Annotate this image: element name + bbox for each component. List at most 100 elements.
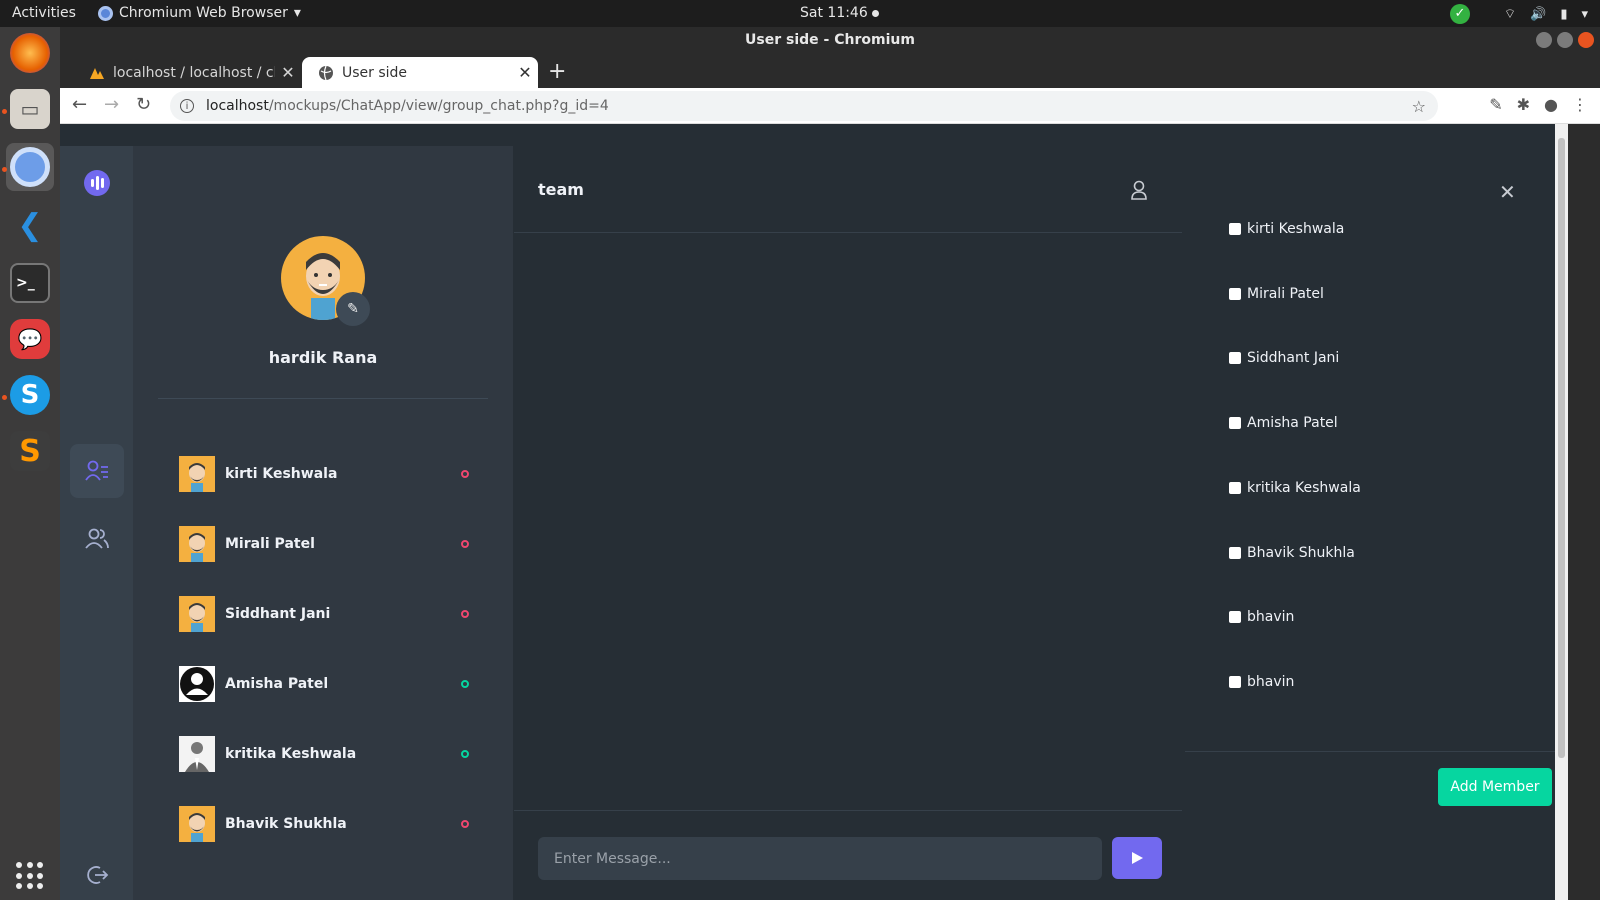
user-avatar (179, 806, 215, 842)
member-checkbox[interactable] (1229, 287, 1241, 300)
member-option[interactable]: bhavin (1229, 674, 1294, 690)
bookmark-star-icon[interactable]: ☆ (1412, 97, 1426, 116)
update-ok-icon[interactable]: ✓ (1449, 4, 1470, 24)
dock: ▭ ❮ >_ 💬 S S (0, 27, 60, 900)
site-info-icon[interactable]: i (180, 99, 194, 113)
user-list-item[interactable]: Siddhant Jani (179, 596, 479, 632)
clock[interactable]: Sat 11:46 (800, 5, 879, 21)
sublime-icon[interactable]: S (6, 427, 54, 475)
member-checkbox[interactable] (1229, 417, 1241, 430)
app-logo-icon[interactable] (84, 170, 110, 196)
skype-icon[interactable]: S (6, 371, 54, 419)
clock-label: Sat 11:46 (800, 5, 868, 21)
divider (158, 398, 488, 399)
user-name: Mirali Patel (225, 536, 315, 552)
divider (1185, 751, 1555, 752)
maximize-icon[interactable] (1557, 32, 1573, 48)
extensions-puzzle-icon[interactable]: ✱ (1517, 95, 1530, 114)
user-avatar (179, 526, 215, 562)
add-member-panel: ✕ kirti Keshwala Mirali Patel Siddhant Jan… (1185, 146, 1555, 900)
battery-icon[interactable]: ▮ (1560, 7, 1567, 22)
status-online-icon (461, 750, 469, 758)
member-checkbox[interactable] (1229, 611, 1241, 624)
member-option[interactable]: kritika Keshwala (1229, 480, 1361, 496)
forward-icon[interactable]: → (104, 94, 119, 115)
member-checkbox[interactable] (1229, 352, 1241, 365)
member-checkbox[interactable] (1229, 223, 1241, 235)
pencil-icon: ✎ (347, 301, 359, 317)
member-option[interactable]: bhavin (1229, 609, 1294, 625)
member-checkbox[interactable] (1229, 546, 1241, 559)
chromium-small-icon (98, 5, 113, 21)
volume-icon[interactable]: 🔊 (1530, 7, 1546, 22)
window-titlebar: User side - Chromium (60, 27, 1600, 54)
tab-strip: localhost / localhost / cha ✕ User side … (60, 54, 1600, 88)
member-option[interactable]: Amisha Patel (1229, 415, 1338, 431)
nav-groups[interactable] (70, 512, 124, 566)
user-list-item[interactable]: Amisha Patel (179, 666, 479, 702)
user-avatar (179, 666, 215, 702)
member-label: bhavin (1247, 673, 1295, 690)
member-checkbox[interactable] (1229, 675, 1241, 688)
member-option[interactable]: Bhavik Shukhla (1229, 545, 1355, 561)
tab-user-side[interactable]: User side ✕ (302, 57, 538, 88)
vscode-icon[interactable]: ❮ (6, 201, 54, 249)
close-panel-icon[interactable]: ✕ (1499, 180, 1516, 204)
status-offline-icon (461, 610, 469, 618)
tab-close-icon[interactable]: ✕ (512, 63, 538, 82)
tab-close-icon[interactable]: ✕ (275, 63, 301, 82)
scrollbar-thumb[interactable] (1558, 138, 1565, 758)
message-input[interactable] (538, 837, 1102, 880)
browser-menu-icon[interactable]: ⋮ (1572, 95, 1588, 114)
group-members-icon[interactable] (1130, 180, 1148, 200)
address-bar[interactable]: i localhost/mockups/ChatApp/view/group_c… (170, 91, 1438, 121)
minimize-icon[interactable] (1536, 32, 1552, 48)
member-checkbox[interactable] (1229, 481, 1241, 494)
app-menu[interactable]: Chromium Web Browser ▾ (98, 5, 301, 21)
user-list-item[interactable]: Mirali Patel (179, 526, 479, 562)
wifi-icon[interactable]: ⌔ (1504, 6, 1516, 22)
member-label: Amisha Patel (1247, 415, 1338, 432)
chromium-icon[interactable] (6, 143, 54, 191)
logout-icon (87, 866, 109, 884)
profile-icon[interactable]: ● (1544, 95, 1558, 114)
member-option[interactable]: Siddhant Jani (1229, 350, 1339, 366)
member-label: Bhavik Shukhla (1247, 544, 1355, 561)
running-indicator (2, 167, 7, 172)
send-icon (1132, 852, 1143, 864)
back-icon[interactable]: ← (72, 94, 87, 115)
user-name: Amisha Patel (225, 676, 329, 692)
extension-pin-icon[interactable]: ✎ (1489, 95, 1502, 114)
add-member-button[interactable]: Add Member (1438, 768, 1552, 806)
chat-input-bar (514, 810, 1182, 900)
user-name: Bhavik Shukhla (225, 816, 347, 832)
member-option[interactable]: kirti Keshwala (1229, 221, 1344, 237)
terminal-icon[interactable]: >_ (6, 259, 54, 307)
user-list-item[interactable]: kritika Keshwala (179, 736, 479, 772)
status-online-icon (461, 680, 469, 688)
tab-phpmyadmin[interactable]: localhost / localhost / cha ✕ (73, 57, 301, 88)
show-applications-icon[interactable] (16, 862, 44, 890)
globe-favicon-icon (319, 65, 333, 80)
member-option[interactable]: Mirali Patel (1229, 286, 1324, 302)
system-tray[interactable]: ✓ ⌔ 🔊 ▮ ▾ (1449, 4, 1588, 24)
window-close-icon[interactable] (1578, 32, 1594, 48)
user-list-item[interactable]: Bhavik Shukhla (179, 806, 479, 842)
files-icon[interactable]: ▭ (6, 85, 54, 133)
member-label: kirti Keshwala (1247, 221, 1345, 237)
chat-app-icon[interactable]: 💬 (6, 315, 54, 363)
system-top-bar: Activities Chromium Web Browser ▾ Sat 11… (0, 0, 1600, 27)
system-menu-arrow-icon[interactable]: ▾ (1581, 7, 1588, 22)
user-list-item[interactable]: kirti Keshwala (179, 456, 479, 492)
reload-icon[interactable]: ↻ (136, 94, 151, 115)
new-tab-icon[interactable]: + (548, 59, 566, 84)
send-button[interactable] (1112, 837, 1162, 879)
page-scrollbar[interactable] (1555, 124, 1568, 900)
side-navigation (60, 146, 133, 900)
edit-profile-button[interactable]: ✎ (336, 292, 370, 326)
logout-button[interactable] (70, 848, 124, 900)
status-offline-icon (461, 820, 469, 828)
nav-contacts[interactable] (70, 444, 124, 498)
firefox-icon[interactable] (6, 29, 54, 77)
activities-button[interactable]: Activities (12, 5, 76, 21)
